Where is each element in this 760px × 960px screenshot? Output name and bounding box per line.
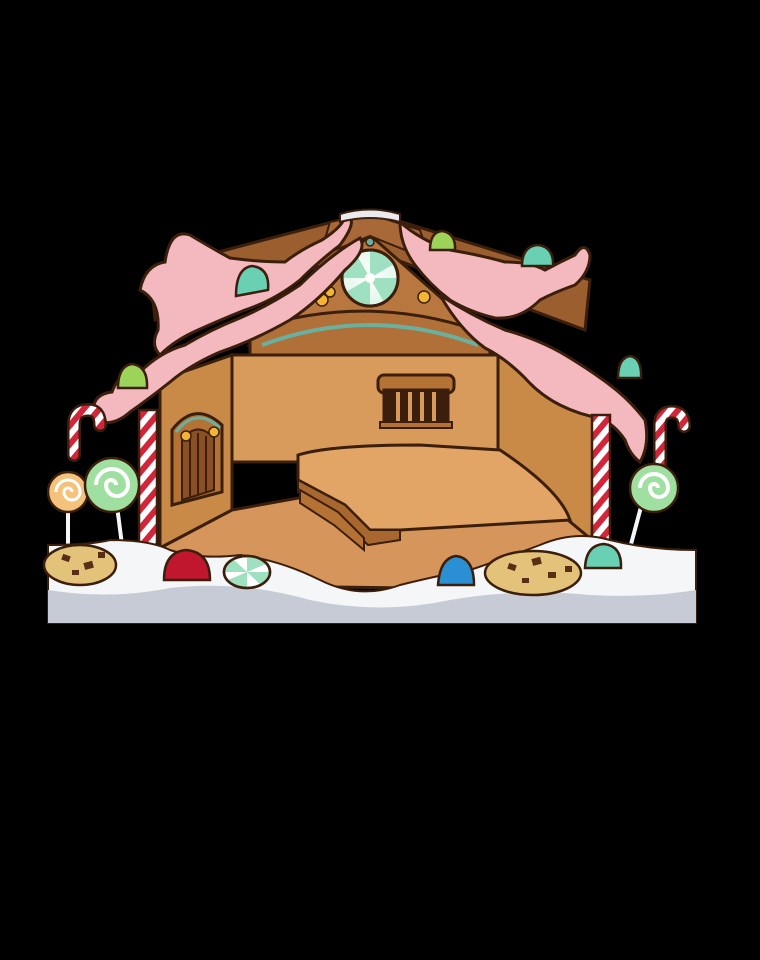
lollipop-icon [628,462,680,514]
gumdrop-icon [428,229,457,252]
candy-cane-icon [590,413,612,542]
back-wall [230,309,500,464]
candy-cane-icon [655,407,689,475]
gumdrop-icon [616,354,643,380]
gingerbread-house-scene [0,0,760,960]
peppermint-candy-icon [222,554,272,590]
chocolate-chip-cookie-icon [42,543,118,587]
gumdrop-icon [116,362,149,390]
barred-window [376,373,456,429]
candy-cane-icon [137,408,159,552]
lollipop-icon [83,456,141,514]
gumdrop-icon [520,243,555,268]
chocolate-chip-cookie-icon [483,549,583,597]
lollipop-icon [46,470,90,514]
gingerbread-house-illustration [42,208,697,624]
arched-door [170,412,224,507]
